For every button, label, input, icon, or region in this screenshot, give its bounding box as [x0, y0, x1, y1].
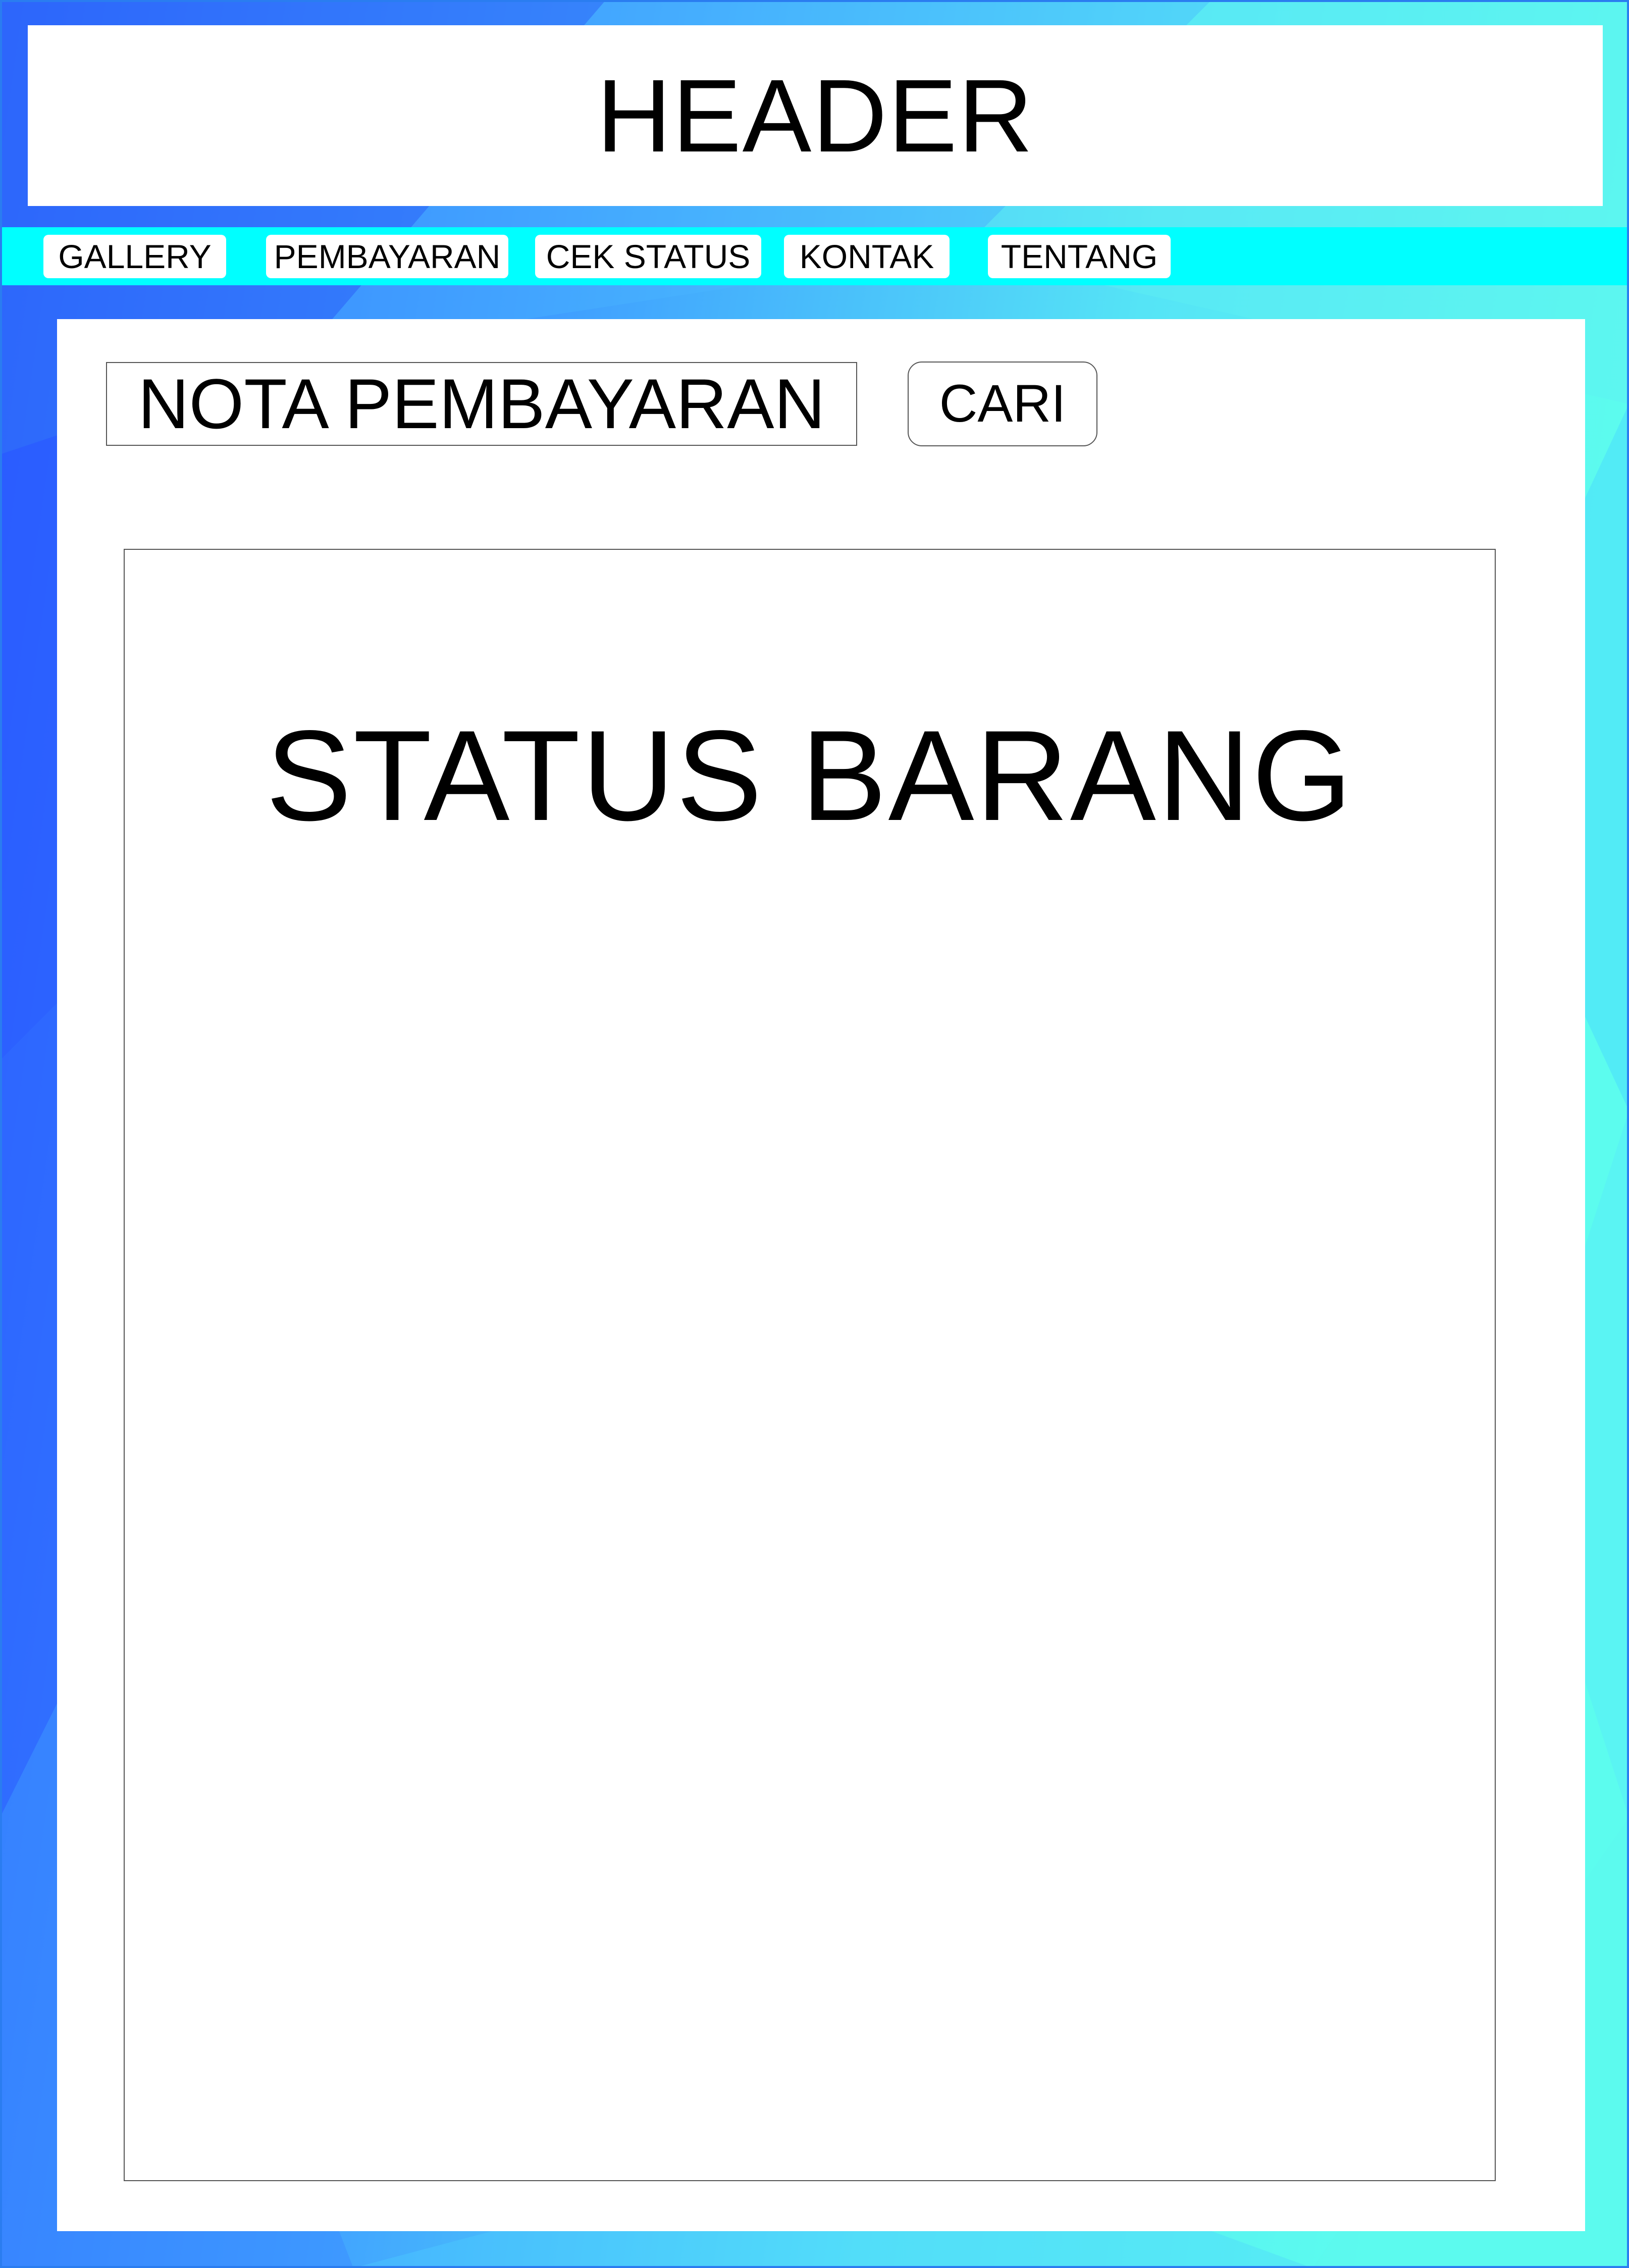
nav-item-kontak[interactable]: KONTAK	[784, 235, 950, 278]
nav-item-tentang[interactable]: TENTANG	[988, 235, 1171, 278]
search-button[interactable]: CARI	[908, 362, 1097, 446]
nav-item-pembayaran[interactable]: PEMBAYARAN	[266, 235, 508, 278]
nav-item-gallery[interactable]: GALLERY	[43, 235, 226, 278]
status-panel: STATUS BARANG	[124, 549, 1496, 2181]
search-input[interactable]	[106, 362, 857, 446]
nav-item-cek-status[interactable]: CEK STATUS	[535, 235, 761, 278]
status-panel-title: STATUS BARANG	[266, 704, 1354, 848]
nav-bar: GALLERY PEMBAYARAN CEK STATUS KONTAK TEN…	[0, 227, 1629, 285]
page-header: HEADER	[28, 25, 1603, 206]
header-title: HEADER	[596, 58, 1034, 174]
